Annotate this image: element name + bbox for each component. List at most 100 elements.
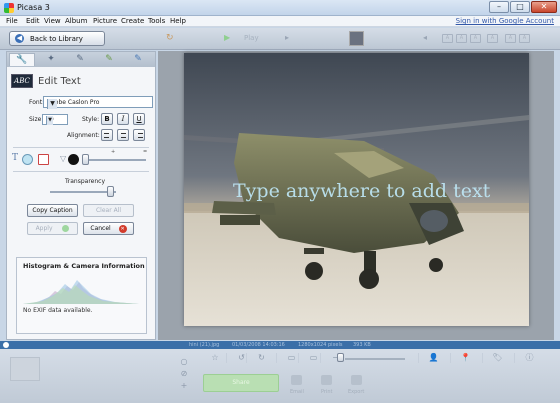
- style-label: Style:: [82, 116, 100, 123]
- text-overlay[interactable]: Type anywhere to add text: [233, 180, 490, 202]
- info-icon[interactable]: ⓘ: [514, 353, 544, 363]
- status-filename: hini (21).jpg: [189, 342, 220, 348]
- edit-text-panel: 🔧 ✦ ✎ ✎ ✎ ABC Edit Text Font: Adobe Casl…: [6, 51, 156, 340]
- tab-effects-3[interactable]: ✎: [125, 53, 151, 66]
- print-label[interactable]: Print: [321, 389, 333, 395]
- expand-icon[interactable]: [3, 342, 9, 348]
- toolbar: ◀ Back to Library ↻ ▶ Play ▸ ◂ A A A A A…: [0, 28, 560, 50]
- slider-tick-icon: +: [111, 149, 116, 155]
- status-bar: hini (21).jpg 01/03/2008 14:03:16 1280x1…: [0, 341, 560, 349]
- people-icon[interactable]: 👤: [418, 353, 448, 363]
- divider: [13, 147, 149, 148]
- next-icon[interactable]: ▸: [285, 33, 289, 42]
- back-to-library-button[interactable]: ◀ Back to Library: [9, 31, 105, 46]
- divider-2: [13, 171, 149, 172]
- email-icon[interactable]: [291, 375, 302, 385]
- close-button[interactable]: ✕: [531, 1, 557, 13]
- play-icon[interactable]: ▶: [224, 33, 230, 42]
- current-thumbnail[interactable]: [349, 31, 364, 46]
- menu-help[interactable]: Help: [170, 17, 186, 25]
- title-bar: Picasa 3 – □ ✕: [0, 0, 560, 16]
- view-mode-6-icon[interactable]: A: [519, 34, 530, 43]
- menu-bar: File Edit View Album Picture Create Tool…: [0, 16, 560, 27]
- text-tool-icon: ABC: [11, 74, 33, 88]
- zoom-slider-thumb[interactable]: [337, 353, 344, 362]
- places-icon[interactable]: 📍: [450, 353, 480, 363]
- share-button[interactable]: Share: [203, 374, 279, 392]
- photo-canvas[interactable]: Type anywhere to add text: [184, 53, 529, 326]
- view-mode-1-icon[interactable]: A: [442, 34, 453, 43]
- photo-workspace: Type anywhere to add text: [158, 51, 554, 340]
- align-right-icon[interactable]: [133, 129, 145, 141]
- menu-view[interactable]: View: [44, 17, 61, 25]
- print-icon[interactable]: [321, 375, 332, 385]
- outline-slider-track[interactable]: [84, 159, 146, 161]
- rotate-icon[interactable]: ↻: [166, 33, 174, 43]
- tags-panel-icon[interactable]: 🏷: [482, 353, 512, 363]
- play-label[interactable]: Play: [244, 34, 259, 42]
- histogram-box: Histogram & Camera Information No EXIF d…: [16, 257, 147, 334]
- tray-add-icon[interactable]: +: [180, 381, 188, 391]
- alignment-label: Alignment:: [67, 132, 100, 139]
- signin-link[interactable]: Sign in with Google Account: [456, 17, 554, 25]
- tab-tuning[interactable]: ✦: [38, 53, 64, 66]
- export-icon[interactable]: [351, 375, 362, 385]
- outline-none-icon[interactable]: [38, 154, 49, 165]
- status-dimensions: 1280x1024 pixels: [298, 342, 343, 348]
- size-chevron-down-icon[interactable]: ▼: [46, 116, 53, 125]
- text-color-swatch[interactable]: [22, 154, 33, 165]
- view-mode-2-icon[interactable]: A: [456, 34, 467, 43]
- email-label[interactable]: Email: [290, 389, 304, 395]
- copy-caption-button[interactable]: Copy Caption: [27, 204, 78, 217]
- font-select[interactable]: Adobe Caslon Pro ▼: [43, 96, 153, 109]
- outline-color-swatch[interactable]: [68, 154, 79, 165]
- cancel-label: Cancel: [90, 225, 111, 232]
- exif-note: No EXIF data available.: [23, 307, 93, 314]
- clear-all-button[interactable]: Clear All: [83, 204, 134, 217]
- histogram-title: Histogram & Camera Information: [23, 262, 145, 270]
- menu-tools[interactable]: Tools: [148, 17, 165, 25]
- slider-max-icon: =: [143, 149, 148, 155]
- underline-button[interactable]: U: [133, 113, 145, 125]
- tab-effects-2[interactable]: ✎: [96, 53, 122, 66]
- status-date: 01/03/2008 14:03:16: [232, 342, 285, 348]
- chevron-down-icon[interactable]: ▼: [47, 99, 57, 109]
- tray-hold-icon[interactable]: ○: [180, 357, 188, 367]
- tab-effects[interactable]: ✎: [67, 53, 93, 66]
- apply-button[interactable]: Apply: [27, 222, 78, 235]
- maximize-button[interactable]: □: [510, 1, 530, 13]
- align-left-icon[interactable]: [101, 129, 113, 141]
- view-mode-3-icon[interactable]: A: [470, 34, 481, 43]
- back-to-library-label: Back to Library: [30, 35, 83, 43]
- menu-edit[interactable]: Edit: [26, 17, 40, 25]
- minimize-button[interactable]: –: [489, 1, 509, 13]
- zoom-slider-track[interactable]: [345, 358, 405, 360]
- prev-arrow-icon[interactable]: ◂: [423, 33, 427, 42]
- size-select[interactable]: 30 ▼: [42, 114, 68, 125]
- tab-basic-fixes[interactable]: 🔧: [9, 53, 35, 66]
- align-center-icon[interactable]: [117, 129, 129, 141]
- bold-button[interactable]: B: [101, 113, 113, 125]
- menu-album[interactable]: Album: [65, 17, 87, 25]
- tray-clear-icon[interactable]: ⊘: [180, 369, 188, 379]
- menu-file[interactable]: File: [6, 17, 18, 25]
- italic-button[interactable]: I: [117, 113, 129, 125]
- menu-create[interactable]: Create: [121, 17, 144, 25]
- cancel-x-icon: ✕: [118, 224, 127, 233]
- photo-tray[interactable]: [10, 357, 40, 381]
- rotate-right-icon[interactable]: ↻: [246, 353, 276, 363]
- font-label: Font:: [29, 99, 45, 106]
- outline-slider-thumb[interactable]: [82, 154, 89, 165]
- export-label[interactable]: Export: [348, 389, 364, 395]
- picasa-icon: [4, 3, 14, 13]
- transparency-slider-thumb[interactable]: [107, 186, 114, 197]
- apply-label: Apply: [35, 225, 53, 232]
- view-mode-5-icon[interactable]: A: [505, 34, 516, 43]
- edit-tabs: 🔧 ✦ ✎ ✎ ✎: [7, 52, 155, 67]
- view-mode-4-icon[interactable]: A: [487, 34, 498, 43]
- status-size: 393 KB: [353, 342, 371, 348]
- check-icon: [62, 225, 70, 232]
- transparency-label: Transparency: [65, 178, 106, 185]
- cancel-button[interactable]: Cancel ✕: [83, 222, 134, 235]
- menu-picture[interactable]: Picture: [93, 17, 117, 25]
